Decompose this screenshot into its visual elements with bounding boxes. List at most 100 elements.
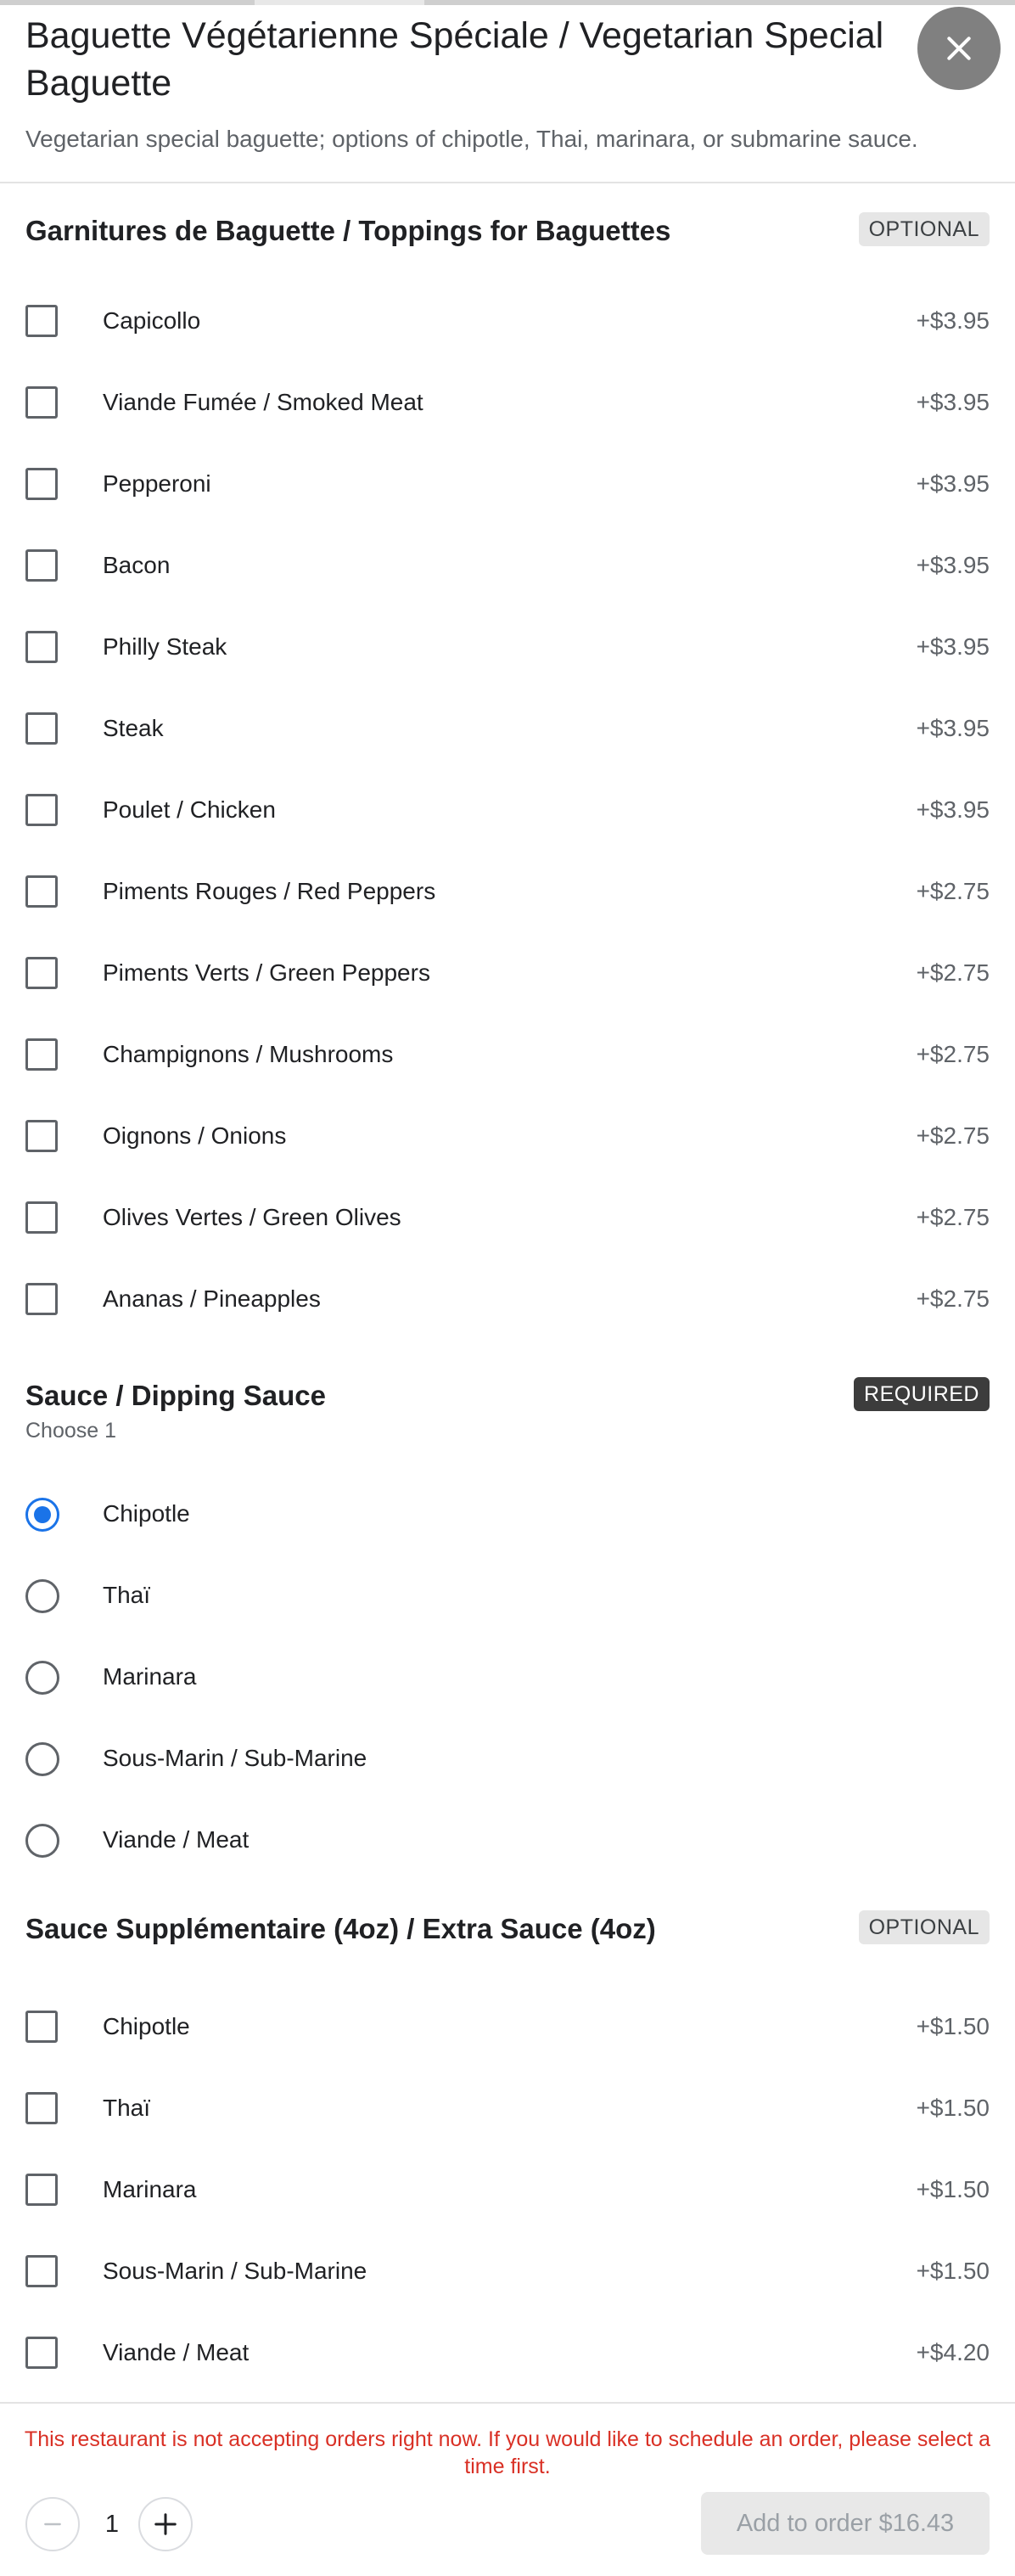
checkbox[interactable]	[25, 2174, 58, 2206]
checkbox-option[interactable]: Poulet / Chicken +$3.95	[0, 769, 1015, 851]
radio-selected[interactable]	[25, 1498, 59, 1532]
option-label: Chipotle	[103, 1500, 190, 1527]
checkbox[interactable]	[25, 386, 58, 419]
checkbox[interactable]	[25, 875, 58, 908]
option-price: +$2.75	[916, 1122, 990, 1149]
checkbox[interactable]	[25, 468, 58, 500]
option-label: Steak	[103, 715, 164, 741]
radio-option[interactable]: Chipotle	[0, 1473, 1015, 1555]
close-icon	[947, 37, 971, 60]
section-title: Sauce Supplémentaire (4oz) / Extra Sauce…	[25, 1913, 656, 1944]
item-header: Baguette Végétarienne Spéciale / Vegetar…	[0, 0, 1015, 183]
option-label: Thaï	[103, 1582, 151, 1608]
checkbox[interactable]	[25, 1038, 58, 1071]
quantity-value: 1	[104, 2511, 120, 2538]
section-title: Garnitures de Baguette / Toppings for Ba…	[25, 215, 671, 246]
add-to-order-button[interactable]: Add to order $16.43	[701, 2492, 990, 2555]
increase-quantity-button[interactable]	[138, 2497, 193, 2551]
option-price: +$2.75	[916, 1285, 990, 1312]
option-price: +$1.50	[916, 2013, 990, 2039]
radio-button[interactable]	[25, 1661, 59, 1695]
item-description: Vegetarian special baguette; options of …	[25, 126, 918, 152]
radio-option[interactable]: Marinara	[0, 1636, 1015, 1718]
checkbox-option[interactable]: Steak +$3.95	[0, 688, 1015, 769]
radio-option[interactable]: Sous-Marin / Sub-Marine	[0, 1718, 1015, 1799]
option-price: +$2.75	[916, 1041, 990, 1067]
checkbox-option[interactable]: Piments Verts / Green Peppers +$2.75	[0, 932, 1015, 1014]
radio-button[interactable]	[25, 1742, 59, 1776]
checkbox-option[interactable]: Olives Vertes / Green Olives +$2.75	[0, 1177, 1015, 1258]
option-label: Marinara	[103, 1663, 197, 1690]
option-price: +$3.95	[916, 796, 990, 823]
checkbox[interactable]	[25, 1283, 58, 1315]
option-label: Viande / Meat	[103, 1826, 250, 1853]
checkbox[interactable]	[25, 957, 58, 989]
checkbox-option[interactable]: Champignons / Mushrooms +$2.75	[0, 1014, 1015, 1095]
option-price: +$3.95	[916, 633, 990, 660]
plus-icon	[154, 2513, 177, 2535]
option-price: +$1.50	[916, 2095, 990, 2121]
option-label: Piments Rouges / Red Peppers	[103, 878, 436, 904]
option-label: Oignons / Onions	[103, 1122, 287, 1149]
option-label: Sous-Marin / Sub-Marine	[103, 2258, 367, 2284]
option-price: +$3.95	[916, 307, 990, 334]
checkbox[interactable]	[25, 631, 58, 663]
checkbox-option[interactable]: Sous-Marin / Sub-Marine +$1.50	[0, 2230, 1015, 2312]
option-label: Capicollo	[103, 307, 201, 334]
checkbox[interactable]	[25, 2255, 58, 2287]
checkbox-option[interactable]: Viande Fumée / Smoked Meat +$3.95	[0, 362, 1015, 443]
checkbox[interactable]	[25, 794, 58, 826]
checkbox[interactable]	[25, 2011, 58, 2043]
checkbox-option[interactable]: Capicollo +$3.95	[0, 280, 1015, 362]
minus-icon	[44, 2523, 61, 2526]
option-price: +$1.50	[916, 2176, 990, 2202]
checkbox-option[interactable]: Piments Rouges / Red Peppers +$2.75	[0, 851, 1015, 932]
radio-button[interactable]	[25, 1579, 59, 1613]
required-badge: REQUIRED	[854, 1377, 990, 1411]
option-price: +$2.75	[916, 959, 990, 986]
item-title: Baguette Végétarienne Spéciale / Vegetar…	[25, 15, 884, 104]
close-button[interactable]	[917, 7, 1001, 90]
option-label: Viande Fumée / Smoked Meat	[103, 389, 423, 415]
optional-badge: OPTIONAL	[858, 1910, 990, 1944]
option-label: Philly Steak	[103, 633, 227, 660]
checkbox-option[interactable]: Oignons / Onions +$2.75	[0, 1095, 1015, 1177]
option-label: Chipotle	[103, 2013, 190, 2039]
option-label: Thaï	[103, 2095, 151, 2121]
checkbox[interactable]	[25, 2092, 58, 2124]
radio-button[interactable]	[25, 1824, 59, 1858]
checkbox-option[interactable]: Pepperoni +$3.95	[0, 443, 1015, 525]
checkbox-option[interactable]: Viande / Meat +$4.20	[0, 2312, 1015, 2393]
option-price: +$4.20	[916, 2339, 990, 2365]
option-label: Ananas / Pineapples	[103, 1285, 321, 1312]
checkbox[interactable]	[25, 2337, 58, 2369]
option-price: +$2.75	[916, 878, 990, 904]
option-label: Pepperoni	[103, 470, 211, 497]
checkbox[interactable]	[25, 712, 58, 745]
option-label: Champignons / Mushrooms	[103, 1041, 394, 1067]
checkbox-option[interactable]: Bacon +$3.95	[0, 525, 1015, 606]
checkbox-option[interactable]: Chipotle +$1.50	[0, 1986, 1015, 2067]
checkbox[interactable]	[25, 549, 58, 582]
option-price: +$3.95	[916, 715, 990, 741]
option-price: +$3.95	[916, 389, 990, 415]
section-subtitle: Choose 1	[25, 1419, 117, 1443]
checkbox[interactable]	[25, 1201, 58, 1234]
option-price: +$2.75	[916, 1204, 990, 1230]
radio-option[interactable]: Viande / Meat	[0, 1799, 1015, 1881]
option-label: Poulet / Chicken	[103, 796, 276, 823]
radio-option[interactable]: Thaï	[0, 1555, 1015, 1636]
checkbox-option[interactable]: Philly Steak +$3.95	[0, 606, 1015, 688]
option-label: Viande / Meat	[103, 2339, 250, 2365]
decrease-quantity-button	[25, 2497, 80, 2551]
checkbox-option[interactable]: Thaï +$1.50	[0, 2067, 1015, 2149]
option-label: Piments Verts / Green Peppers	[103, 959, 430, 986]
option-price: +$3.95	[916, 552, 990, 578]
checkbox[interactable]	[25, 1120, 58, 1152]
checkbox[interactable]	[25, 305, 58, 337]
order-footer: This restaurant is not accepting orders …	[0, 2402, 1015, 2576]
checkbox-option[interactable]: Marinara +$1.50	[0, 2149, 1015, 2230]
option-label: Bacon	[103, 552, 171, 578]
checkbox-option[interactable]: Ananas / Pineapples +$2.75	[0, 1258, 1015, 1340]
option-label: Olives Vertes / Green Olives	[103, 1204, 401, 1230]
